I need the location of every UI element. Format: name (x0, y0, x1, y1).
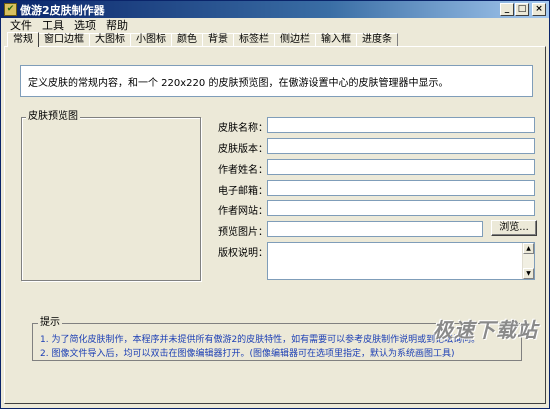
scroll-up-icon[interactable]: ▲ (523, 243, 534, 254)
preview-groupbox: 皮肤预览图 (21, 111, 201, 281)
window-title: 傲游2皮肤制作器 (20, 3, 105, 17)
app-window: ✔ 傲游2皮肤制作器 _ □ × 文件 工具 选项 帮助 常规 窗口边框 大图标… (0, 0, 550, 409)
scroll-down-icon[interactable]: ▼ (523, 268, 534, 279)
close-button[interactable]: × (532, 3, 546, 16)
tab-large-icons[interactable]: 大图标 (89, 33, 131, 46)
tab-background[interactable]: 背景 (202, 33, 234, 46)
preview-group-label: 皮肤预览图 (26, 111, 80, 123)
tab-input-box[interactable]: 输入框 (315, 33, 357, 46)
tab-small-icons[interactable]: 小图标 (130, 33, 172, 46)
skin-name-label: 皮肤名称： (218, 123, 268, 134)
maximize-button[interactable]: □ (515, 3, 529, 16)
email-label: 电子邮箱： (218, 186, 268, 197)
tab-general[interactable]: 常规 (7, 32, 39, 47)
window-controls: _ □ × (500, 3, 546, 16)
app-icon: ✔ (4, 3, 17, 16)
tip-item-2: 2. 图像文件导入后，均可以双击在图像编辑器打开。(图像编辑器可在选项里指定，默… (40, 349, 455, 359)
tab-colors[interactable]: 颜色 (171, 33, 203, 46)
tab-tab-bar[interactable]: 标签栏 (233, 33, 275, 46)
browse-button[interactable]: 浏览... (491, 220, 537, 236)
skin-name-input[interactable] (267, 117, 535, 133)
skin-version-input[interactable] (267, 138, 535, 154)
tab-sidebar[interactable]: 侧边栏 (274, 33, 316, 46)
copyright-scrollbar[interactable]: ▲ ▼ (522, 243, 534, 279)
tab-window-border[interactable]: 窗口边框 (38, 33, 90, 46)
menu-bar: 文件 工具 选项 帮助 (1, 18, 549, 32)
tab-progress-bar[interactable]: 进度条 (356, 33, 398, 46)
author-name-label: 作者姓名： (218, 165, 268, 176)
email-input[interactable] (267, 180, 535, 196)
preview-image-input[interactable] (267, 221, 483, 237)
skin-version-label: 皮肤版本： (218, 144, 268, 155)
author-name-input[interactable] (267, 159, 535, 175)
description-box: 定义皮肤的常规内容，和一个 220x220 的皮肤预览图，在傲游设置中心的皮肤管… (20, 65, 533, 97)
preview-image-label: 预览图片： (218, 227, 268, 238)
menu-file[interactable]: 文件 (5, 17, 37, 33)
menu-options[interactable]: 选项 (69, 17, 101, 33)
watermark-logo: 极速下载站 (433, 318, 538, 342)
minimize-button[interactable]: _ (500, 3, 514, 16)
menu-tools[interactable]: 工具 (37, 17, 69, 33)
author-site-label: 作者网站： (218, 206, 268, 217)
tip-item-1: 1. 为了简化皮肤制作，本程序并未提供所有傲游2的皮肤特性，如有需要可以参考皮肤… (40, 335, 481, 345)
menu-help[interactable]: 帮助 (101, 17, 133, 33)
general-tab-panel: 定义皮肤的常规内容，和一个 220x220 的皮肤预览图，在傲游设置中心的皮肤管… (4, 46, 546, 404)
tips-group-label: 提示 (38, 317, 62, 329)
copyright-label: 版权说明： (218, 248, 268, 259)
title-bar[interactable]: ✔ 傲游2皮肤制作器 _ □ × (1, 1, 549, 18)
copyright-textarea[interactable]: ▲ ▼ (267, 242, 535, 280)
author-site-input[interactable] (267, 200, 535, 216)
tab-strip: 常规 窗口边框 大图标 小图标 颜色 背景 标签栏 侧边栏 输入框 进度条 (7, 32, 398, 47)
